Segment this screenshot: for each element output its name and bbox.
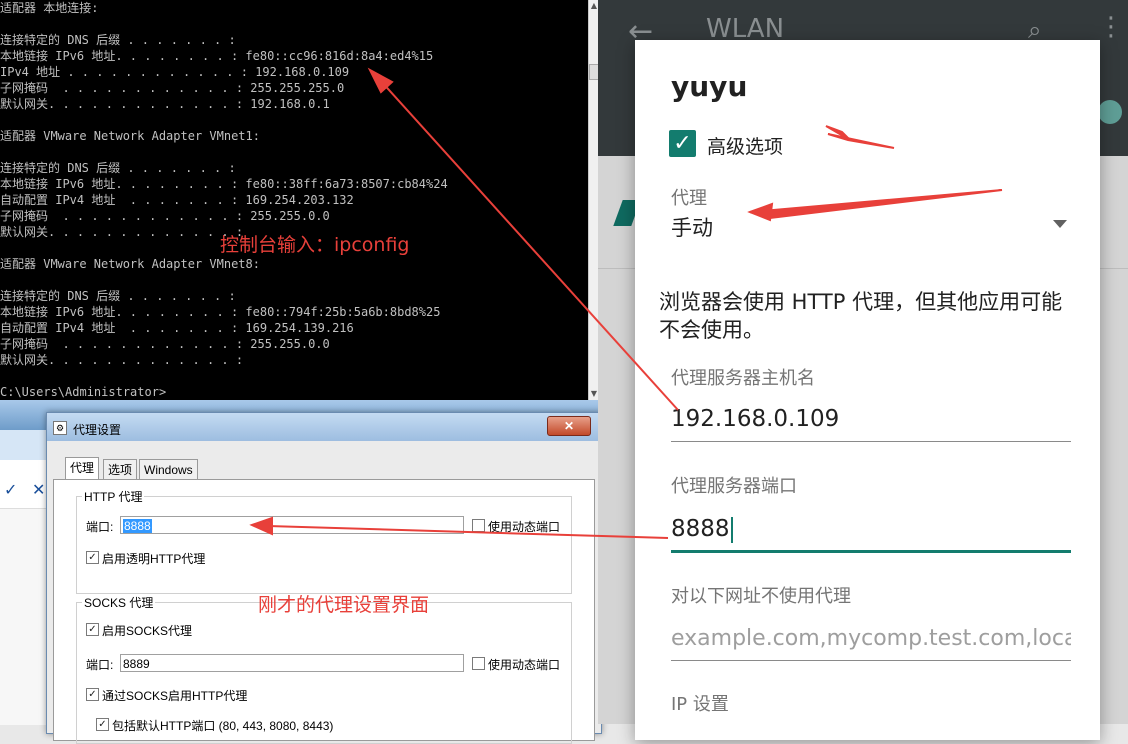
console-line: 连接特定的 DNS 后缀 . . . . . . . :	[0, 161, 236, 175]
cmd-console[interactable]: 适配器 本地连接: 连接特定的 DNS 后缀 . . . . . . . : 本…	[0, 0, 588, 400]
proxy-host-underline	[671, 441, 1071, 442]
console-line: 子网掩码 . . . . . . . . . . . . : 255.255.0…	[0, 337, 330, 351]
close-x-icon[interactable]: ✕	[32, 480, 45, 499]
http-dynamic-port-label: 使用动态端口	[488, 520, 561, 534]
console-annotation: 控制台输入：ipconfig	[220, 234, 410, 256]
tab-windows[interactable]: Windows	[139, 459, 198, 480]
console-line: 本地链接 IPv6 地址. . . . . . . . : fe80::cc96…	[0, 49, 434, 63]
console-line: 默认网关. . . . . . . . . . . . . : 192.168.…	[0, 97, 330, 111]
default-ports-label: 包括默认HTTP端口 (80, 443, 8080, 8443)	[112, 719, 334, 733]
text-cursor	[730, 516, 733, 543]
console-line: 适配器 本地连接:	[0, 1, 99, 15]
more-options-icon[interactable]: ⋮	[1098, 12, 1124, 42]
socks-proxy-legend: SOCKS 代理	[82, 594, 156, 611]
wifi-toggle[interactable]	[1098, 100, 1122, 124]
ssid-title: yuyu	[671, 70, 748, 103]
settings-icon: ⚙	[53, 421, 67, 435]
proxy-annotation: 刚才的代理设置界面	[258, 594, 430, 616]
console-line: 连接特定的 DNS 后缀 . . . . . . . :	[0, 289, 236, 303]
proxy-host-input[interactable]: 192.168.0.109	[671, 406, 839, 432]
proxy-dropdown[interactable]: 手动	[671, 212, 713, 242]
enable-socks-label: 启用SOCKS代理	[102, 624, 193, 638]
console-line: 适配器 VMware Network Adapter VMnet8:	[0, 257, 260, 271]
tab-proxy[interactable]: 代理	[65, 457, 100, 480]
console-line: 适配器 VMware Network Adapter VMnet1:	[0, 129, 260, 143]
console-line: 默认网关. . . . . . . . . . . . . :	[0, 225, 244, 239]
bypass-label: 对以下网址不使用代理	[671, 586, 851, 607]
http-proxy-legend: HTTP 代理	[82, 488, 145, 505]
back-icon[interactable]: ✓	[4, 480, 17, 499]
ip-settings-label: IP 设置	[671, 694, 729, 715]
wifi-config-dialog: yuyu ✓ 高级选项 代理 手动 浏览器会使用 HTTP 代理，但其他应用可能…	[635, 40, 1100, 740]
socks-port-input[interactable]: 8889	[120, 654, 464, 672]
console-line: C:\Users\Administrator>	[0, 385, 167, 399]
console-line: 自动配置 IPv4 地址 . . . . . . . : 169.254.203…	[0, 193, 354, 207]
console-line: 默认网关. . . . . . . . . . . . . :	[0, 353, 244, 367]
console-line: IPv4 地址 . . . . . . . . . . . . : 192.16…	[0, 65, 350, 79]
default-ports-checkbox[interactable]: ✓	[96, 718, 109, 731]
console-line: 本地链接 IPv6 地址. . . . . . . . : fe80::38ff…	[0, 177, 448, 191]
background-left-pane	[0, 508, 46, 725]
proxy-note: 浏览器会使用 HTTP 代理，但其他应用可能不会使用。	[659, 290, 1063, 342]
proxy-port-label: 代理服务器端口	[671, 476, 797, 497]
transparent-http-label: 启用透明HTTP代理	[102, 552, 206, 566]
console-line: 本地链接 IPv6 地址. . . . . . . . : fe80::794f…	[0, 305, 441, 319]
proxy-label: 代理	[671, 188, 707, 209]
socks-http-checkbox[interactable]: ✓	[86, 688, 99, 701]
bypass-underline	[671, 660, 1071, 661]
tab-options[interactable]: 选项	[103, 459, 138, 480]
proxy-port-input[interactable]: 8888	[671, 516, 733, 543]
proxy-host-label: 代理服务器主机名	[671, 368, 815, 389]
console-line: 连接特定的 DNS 后缀 . . . . . . . :	[0, 33, 236, 47]
http-port-input[interactable]: 8888	[120, 516, 464, 534]
socks-http-label: 通过SOCKS启用HTTP代理	[102, 689, 248, 703]
advanced-options-checkbox[interactable]: ✓	[669, 130, 696, 157]
transparent-http-checkbox[interactable]: ✓	[86, 551, 99, 564]
dropdown-arrow-icon[interactable]	[1053, 220, 1067, 228]
console-line: 自动配置 IPv4 地址 . . . . . . . : 169.254.139…	[0, 321, 354, 335]
dialog-close-button[interactable]: ✕	[547, 416, 591, 436]
proxy-port-underline	[671, 550, 1071, 553]
dialog-titlebar[interactable]: ⚙ 代理设置 ✕	[47, 413, 601, 441]
console-line: 子网掩码 . . . . . . . . . . . . : 255.255.0…	[0, 209, 330, 223]
http-port-label: 端口:	[86, 520, 114, 534]
advanced-options-label[interactable]: 高级选项	[707, 132, 783, 159]
console-line: 子网掩码 . . . . . . . . . . . . : 255.255.2…	[0, 81, 345, 95]
http-dynamic-port-checkbox[interactable]: ✓	[472, 519, 485, 532]
http-proxy-group	[76, 496, 572, 594]
background-window-strip	[0, 430, 46, 460]
socks-dynamic-port-checkbox[interactable]: ✓	[472, 657, 485, 670]
socks-dynamic-port-label: 使用动态端口	[488, 658, 561, 672]
proxy-settings-dialog: ⚙ 代理设置 ✕ 代理 选项 Windows HTTP 代理 端口: 8888 …	[46, 412, 602, 744]
socks-port-label: 端口:	[86, 658, 114, 672]
enable-socks-checkbox[interactable]: ✓	[86, 623, 99, 636]
dialog-title: 代理设置	[73, 423, 122, 437]
bypass-input[interactable]: example.com,mycomp.test.com,localhost	[671, 626, 1071, 651]
